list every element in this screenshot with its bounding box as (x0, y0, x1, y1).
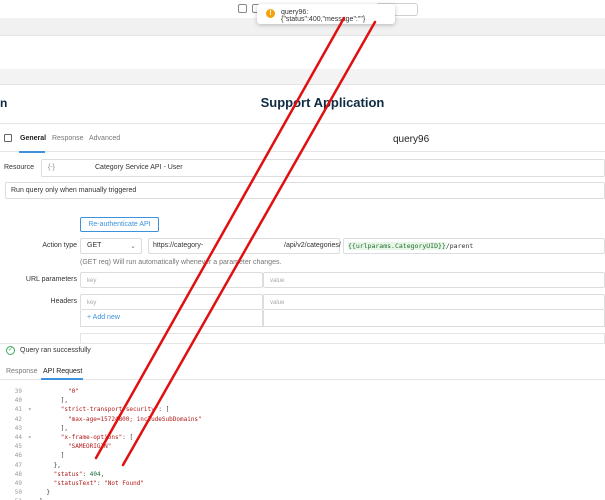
add-header-button[interactable]: + Add new (80, 310, 263, 327)
tab-response[interactable]: Response (52, 135, 84, 142)
url-parameters-label: URL parameters (25, 276, 77, 283)
code-text: "status": 404, (54, 470, 105, 479)
url-param-key-input[interactable]: key (80, 272, 263, 288)
chevron-down-icon: ⌄ (130, 243, 136, 250)
fold-toggle-icon[interactable]: ▾ (28, 433, 32, 442)
tab-response-body[interactable]: Response (6, 368, 38, 375)
url-base: https://category- (153, 242, 204, 249)
next-row-partial (80, 333, 605, 343)
add-header-label: + Add new (87, 314, 120, 321)
action-hint: (GET req) Will run automatically wheneve… (80, 259, 282, 266)
code-token: "Not Found" (104, 480, 144, 487)
active-tab-indicator (19, 151, 45, 153)
code-text: "x-frame-options": [ (61, 433, 133, 442)
url-param-token: {{urlparams.CategoryUID}} (348, 242, 446, 250)
code-token: ] (60, 452, 65, 460)
header-value-placeholder: value (270, 300, 285, 306)
code-token: "x-frame-options" (60, 434, 123, 441)
code-token: "strict-transport-security" (60, 406, 159, 414)
code-token: "SAMEORIGIN" (68, 443, 112, 451)
header-key-input[interactable]: key (80, 294, 263, 310)
line-number: 44 (14, 434, 22, 441)
line-number: 39 (14, 388, 22, 395)
response-tab-indicator (41, 378, 83, 380)
code-token: } (46, 489, 51, 497)
resource-label: Resource (4, 164, 34, 171)
code-token: , (100, 470, 105, 478)
line-number: 41 (14, 406, 22, 414)
code-token: : [ (158, 406, 170, 414)
sidebar-toggle-icon[interactable] (238, 4, 247, 13)
code-token: : [ (122, 434, 134, 441)
url-param-value-input[interactable]: value (263, 272, 605, 288)
error-toast: ! query96: {"status":400,"message":""} (257, 4, 395, 24)
code-token: : (82, 470, 90, 478)
code-text: "statusText": "Not Found" (54, 479, 144, 488)
code-text: "strict-transport-security": [ (61, 405, 169, 414)
line-number: 50 (14, 489, 22, 497)
status-text: Query ran successfully (20, 347, 91, 354)
code-token: "statusText" (53, 480, 97, 487)
app-title: Support Application (260, 95, 385, 110)
code-viewer[interactable]: 39 "0" 40], 41 ▾ "strict-transport-security":… (0, 381, 605, 500)
url-template-input[interactable]: {{urlparams.CategoryUID}}/parent (343, 238, 605, 254)
panel-toggle-icon[interactable] (4, 134, 12, 142)
action-type-label: Action type (42, 242, 77, 249)
url-input[interactable]: https://category- /api/v2/categories/ (148, 238, 341, 254)
check-circle-icon: ✓ (6, 346, 15, 355)
tab-general[interactable]: General (20, 135, 46, 142)
headers-label: Headers (50, 298, 77, 305)
code-text: } (46, 488, 50, 497)
header-value-input[interactable]: value (263, 294, 605, 310)
tab-api-request[interactable]: API Request (43, 368, 82, 375)
code-token: "0" (68, 388, 79, 395)
code-text: "max-age=15724800; includeSubDomains" (68, 415, 202, 424)
line-number: 49 (14, 480, 22, 487)
toast-message: query96: {"status":400,"message":""} (281, 9, 366, 23)
trigger-value: Run query only when manually triggered (11, 187, 137, 194)
code-token: "status" (53, 470, 83, 478)
code-token: ], (60, 397, 69, 405)
code-text: ], (61, 396, 68, 405)
code-text: }, (54, 461, 61, 470)
code-token: 404 (89, 470, 101, 478)
code-text: "SAMEORIGIN" (68, 442, 111, 451)
url-path: /api/v2/categories/ (284, 242, 341, 249)
fold-toggle-icon[interactable]: ▾ (28, 405, 32, 414)
code-token: ], (60, 424, 69, 432)
tab-advanced[interactable]: Advanced (89, 135, 120, 142)
canvas-band (0, 37, 605, 69)
canvas-header-bar (0, 69, 605, 85)
add-header-row-fill (263, 310, 605, 327)
url-suffix: /parent (445, 242, 474, 250)
line-number: 45 (14, 443, 22, 451)
trigger-select[interactable]: Run query only when manually triggered (5, 182, 605, 199)
line-number: 47 (14, 461, 22, 469)
code-token: "max-age=15724800; includeSubDomains" (68, 415, 202, 423)
reauthenticate-button[interactable]: Re-authenticate API (80, 217, 159, 232)
resource-value: Category Service API - User (95, 164, 183, 171)
code-token: }, (53, 461, 61, 469)
line-number: 43 (14, 424, 22, 432)
header-key-placeholder: key (87, 300, 97, 306)
response-tabs (0, 363, 605, 380)
url-param-value-placeholder: value (270, 278, 285, 284)
code-text: ], (61, 424, 68, 433)
query-name[interactable]: query96 (393, 134, 429, 145)
method-value: GET (87, 242, 102, 249)
url-param-key-placeholder: key (87, 278, 97, 284)
method-select[interactable]: GET ⌄ (80, 238, 142, 254)
line-number: 48 (14, 470, 22, 478)
warning-icon: ! (266, 9, 275, 18)
line-number: 40 (14, 397, 22, 405)
line-number: 46 (14, 452, 22, 460)
api-resource-icon: {-} (48, 164, 56, 171)
code-text: ] (61, 451, 65, 460)
code-text: "0" (68, 387, 79, 396)
line-number: 42 (14, 415, 22, 423)
